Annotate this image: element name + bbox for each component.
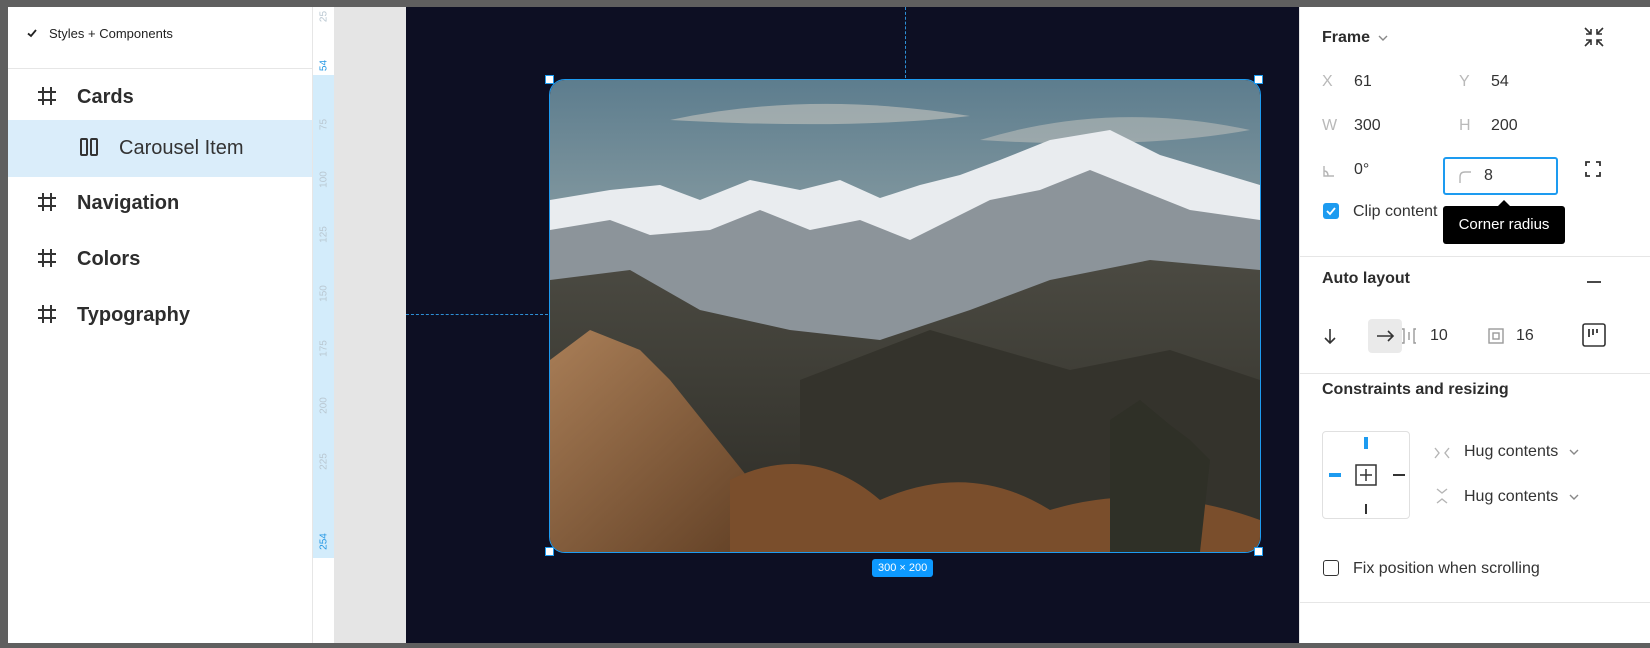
- independent-corners-icon[interactable]: [1584, 160, 1602, 183]
- carousel-icon: [78, 136, 102, 160]
- fix-position-label: Fix position when scrolling: [1353, 560, 1540, 577]
- corner-radius-icon: [1458, 170, 1472, 189]
- layer-item-navigation[interactable]: Navigation: [8, 175, 312, 231]
- frame-hash-icon: [36, 191, 60, 215]
- vertical-resizing-select[interactable]: Hug contents: [1464, 488, 1579, 506]
- ruler-tick: 54: [318, 59, 330, 72]
- gap-value[interactable]: 10: [1430, 327, 1448, 345]
- vertical-resizing-icon: [1435, 487, 1449, 510]
- height-field[interactable]: H 200: [1459, 117, 1569, 137]
- width-field[interactable]: W 300: [1322, 117, 1432, 137]
- layer-item-cards[interactable]: Cards: [8, 69, 312, 125]
- resize-handle-bottom-left[interactable]: [545, 547, 554, 556]
- ruler-tick: 100: [318, 171, 330, 188]
- x-position-field[interactable]: X 61: [1322, 73, 1432, 93]
- corner-radius-tooltip: Corner radius: [1443, 200, 1565, 244]
- section-divider: [1300, 373, 1650, 374]
- frame-hash-icon: [36, 85, 60, 109]
- layer-label: Typography: [77, 304, 190, 326]
- layers-panel: Styles + Components Cards Carousel Item …: [8, 7, 312, 643]
- checkmark-icon: [26, 27, 40, 41]
- section-divider: [1300, 256, 1650, 257]
- ruler-tick: 125: [318, 226, 330, 243]
- ruler-selection-highlight: [313, 75, 335, 558]
- size-badge: 300 × 200: [872, 559, 934, 577]
- vertical-ruler[interactable]: 25 54 75 100 125 150 175 200 225 254: [312, 7, 335, 643]
- clip-content-label: Clip content: [1353, 203, 1438, 220]
- chevron-down-icon: [1378, 29, 1388, 47]
- frame-hash-icon: [36, 303, 60, 327]
- ruler-tick: 25: [318, 10, 330, 23]
- padding-icon: [1487, 327, 1505, 350]
- chevron-down-icon: [1569, 443, 1579, 461]
- auto-layout-title: Auto layout: [1322, 270, 1410, 287]
- carousel-item-frame[interactable]: [549, 79, 1261, 553]
- properties-panel: Frame X 61 Y 54 W 300 H 200 0° 8 Clip co…: [1299, 7, 1650, 643]
- canvas-gutter: [334, 7, 406, 643]
- measurement-guide-horizontal: [406, 314, 548, 315]
- constraint-bottom[interactable]: [1365, 504, 1367, 514]
- resize-handle-top-right[interactable]: [1254, 75, 1263, 84]
- alignment-icon[interactable]: [1582, 323, 1606, 352]
- layers-panel-header[interactable]: Styles + Components: [8, 7, 312, 69]
- corner-radius-field[interactable]: 8: [1443, 157, 1558, 195]
- y-position-field[interactable]: Y 54: [1459, 73, 1569, 93]
- ruler-tick: 225: [318, 453, 330, 470]
- layer-label: Carousel Item: [119, 137, 244, 159]
- constraint-right[interactable]: [1393, 474, 1405, 476]
- layer-label: Navigation: [77, 192, 180, 214]
- collapse-icon[interactable]: [1583, 26, 1605, 53]
- constraints-title: Constraints and resizing: [1322, 381, 1509, 398]
- rotation-field[interactable]: 0°: [1322, 161, 1432, 181]
- resize-handle-bottom-right[interactable]: [1254, 547, 1263, 556]
- measurement-guide-vertical: [905, 7, 906, 78]
- layer-item-typography[interactable]: Typography: [8, 287, 312, 343]
- frame-hash-icon: [36, 247, 60, 271]
- constraint-left[interactable]: [1329, 473, 1341, 477]
- fix-position-checkbox[interactable]: [1323, 560, 1339, 576]
- ruler-tick: 150: [318, 285, 330, 302]
- app-window: Styles + Components Cards Carousel Item …: [8, 7, 1650, 643]
- layer-item-carousel-item[interactable]: Carousel Item: [8, 120, 312, 177]
- design-canvas[interactable]: 300 × 200: [406, 7, 1299, 643]
- constraint-widget[interactable]: [1322, 431, 1410, 519]
- rotation-icon: [1322, 161, 1336, 183]
- resize-handle-top-left[interactable]: [545, 75, 554, 84]
- layer-label: Colors: [77, 248, 141, 270]
- constraint-top[interactable]: [1364, 437, 1368, 449]
- direction-horizontal-button[interactable]: [1368, 319, 1402, 353]
- ruler-tick: 75: [318, 118, 330, 131]
- horizontal-resizing-icon: [1433, 446, 1451, 465]
- horizontal-resizing-select[interactable]: Hug contents: [1464, 443, 1579, 461]
- arrow-down-icon[interactable]: [1322, 327, 1338, 350]
- constraint-center-icon: [1355, 464, 1377, 491]
- remove-auto-layout-icon[interactable]: [1585, 273, 1603, 296]
- ruler-tick: 175: [318, 340, 330, 357]
- mountain-photo: [550, 80, 1260, 552]
- padding-value[interactable]: 16: [1516, 327, 1534, 345]
- layer-label: Cards: [77, 86, 134, 108]
- chevron-down-icon: [1569, 488, 1579, 506]
- clip-content-checkbox[interactable]: [1323, 203, 1339, 219]
- ruler-tick: 200: [318, 397, 330, 414]
- section-divider: [1300, 602, 1650, 603]
- gap-icon: [1400, 327, 1418, 350]
- ruler-tick: 254: [318, 533, 330, 550]
- frame-section-title[interactable]: Frame: [1322, 29, 1388, 47]
- layer-item-colors[interactable]: Colors: [8, 231, 312, 287]
- page-selector[interactable]: Styles + Components: [49, 27, 173, 41]
